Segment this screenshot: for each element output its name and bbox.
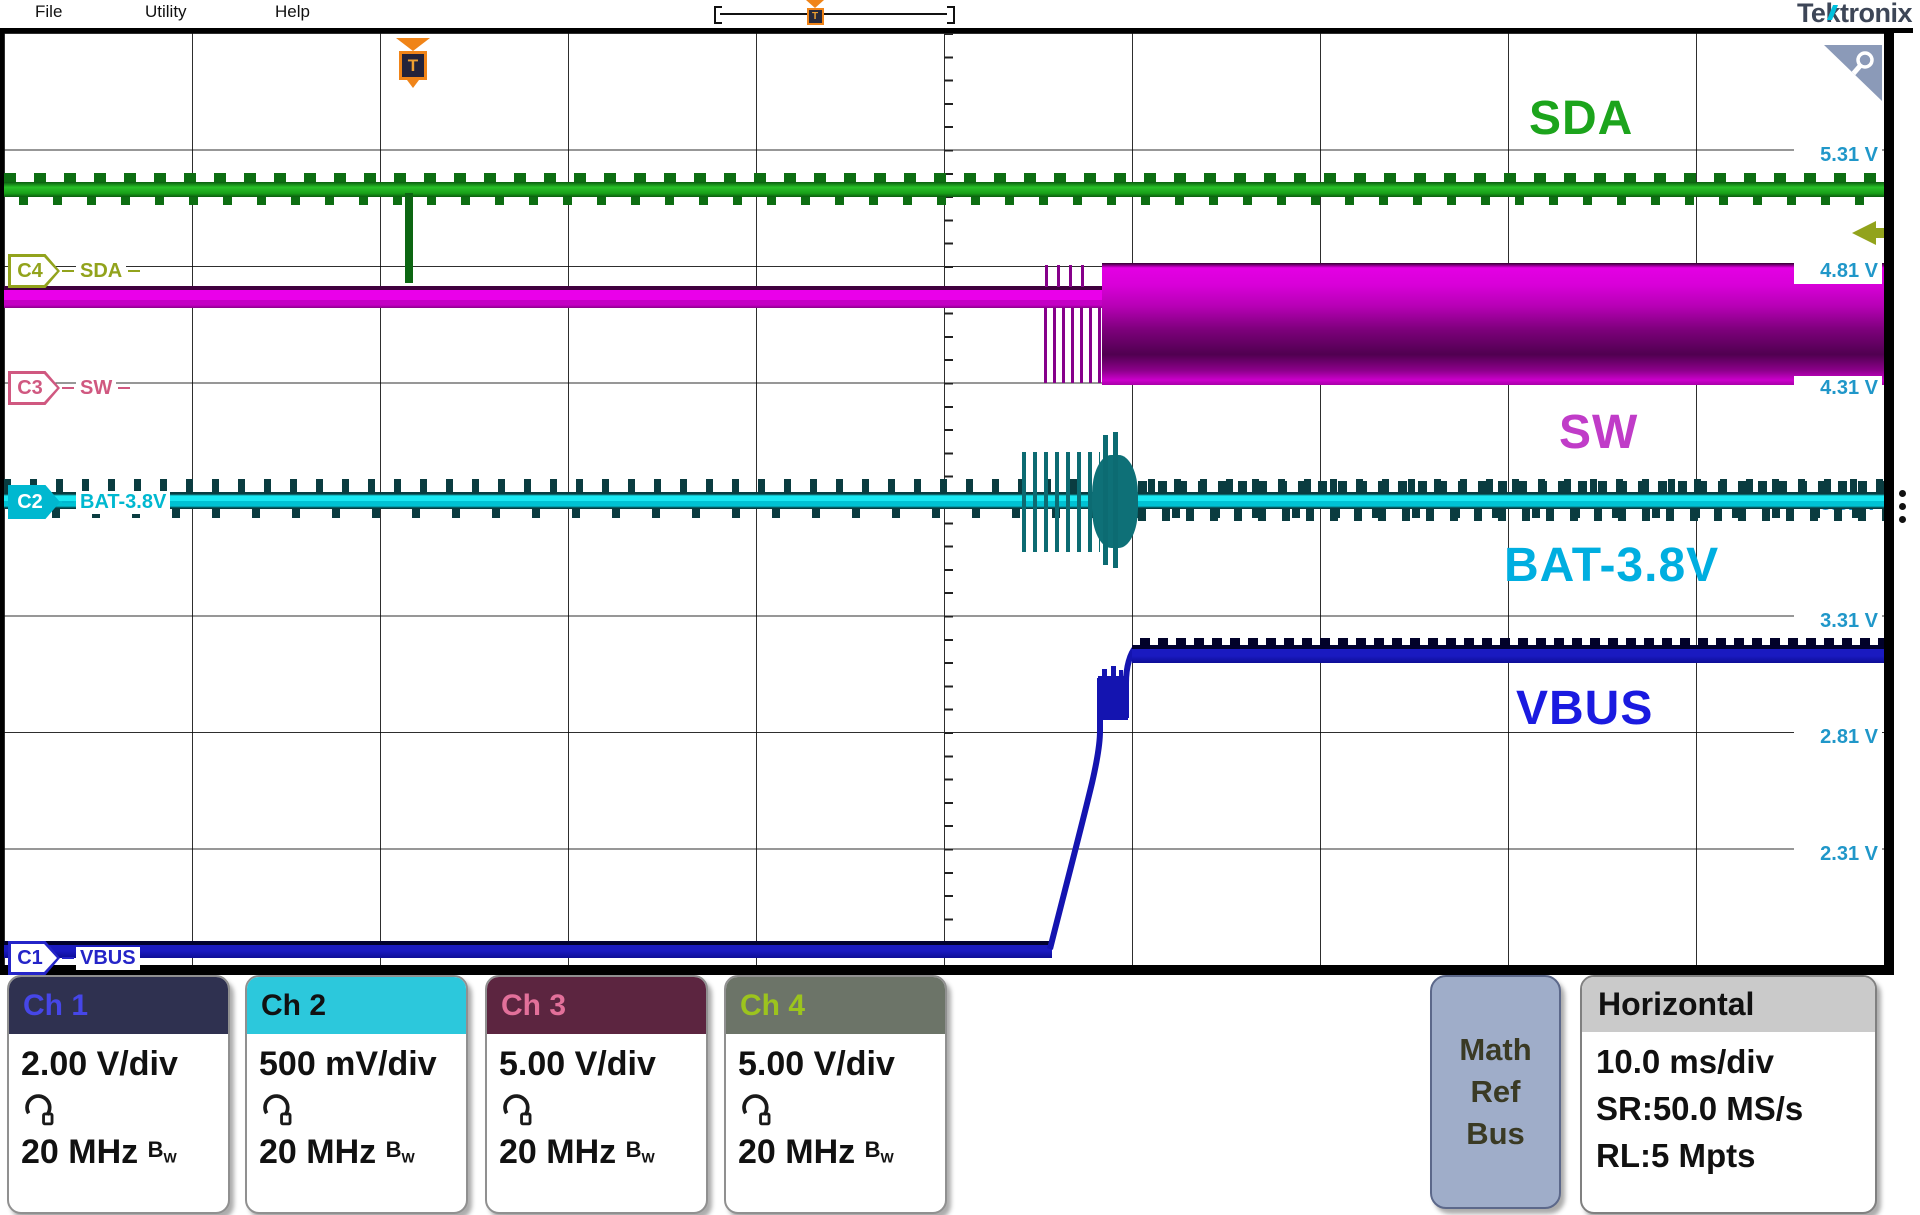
ch3-bandwidth: 20 MHz BW (499, 1128, 706, 1179)
record-view-bar (720, 13, 947, 15)
trigger-arrow-icon (407, 80, 419, 88)
trigger-position-marker[interactable]: T (396, 38, 430, 88)
vbus-trace-top (1132, 645, 1884, 663)
ch2-bandwidth: 20 MHz BW (259, 1128, 466, 1179)
probe-icon (740, 1092, 774, 1126)
probe-icon (23, 1092, 57, 1126)
c1-badge: C1 (8, 941, 60, 975)
channel-marker-c1[interactable]: C1 VBUS (8, 941, 140, 975)
ch4-bandwidth: 20 MHz BW (738, 1128, 945, 1179)
trigger-triangle-icon (396, 38, 430, 51)
vbus-trace-top-noise (1140, 638, 1884, 646)
trigger-t-icon: T (399, 51, 427, 80)
scale-label: 5.31 V (1794, 143, 1882, 168)
center-horizontal-axis-ticks (4, 495, 1884, 504)
scale-label: 4.31 V (1794, 376, 1882, 401)
sw-switching-pulses (1044, 308, 1106, 383)
trace-name-bat: BAT-3.8V (1504, 538, 1719, 593)
horizontal-title: Horizontal (1582, 977, 1875, 1032)
c3-badge: C3 (8, 371, 60, 405)
math-ref-bus-button[interactable]: Math Ref Bus (1430, 975, 1561, 1209)
waveform-display: 5.31 V 4.81 V 4.31 V 3.81 V 3.31 V 2.81 … (0, 28, 1894, 975)
scale-label: 2.81 V (1794, 725, 1882, 750)
channel-marker-c2[interactable]: C2 BAT-3.8V (8, 485, 170, 519)
trace-name-sda: SDA (1529, 91, 1633, 146)
ch4-scale: 5.00 V/div (738, 1042, 945, 1086)
channel-marker-c3[interactable]: C3 SW (8, 371, 132, 405)
bat-trace-noise-top-right (1138, 481, 1884, 492)
vbus-trace-baseline (4, 941, 1052, 958)
horizontal-scale: 10.0 ms/div (1596, 1038, 1875, 1085)
ch1-bandwidth: 20 MHz BW (21, 1128, 228, 1179)
side-handle-dots[interactable] (1899, 490, 1907, 529)
channel-badge-ch4[interactable]: Ch 4 5.00 V/div 20 MHz BW (724, 975, 947, 1214)
oscilloscope-screen: File Utility Help T Tektronix (0, 0, 1920, 1215)
ch1-header: Ch 1 (9, 977, 228, 1034)
record-view-left-bracket (714, 6, 722, 24)
record-view-right-bracket (947, 6, 955, 24)
trace-name-sw: SW (1559, 405, 1638, 460)
trigger-triangle-icon (806, 0, 824, 8)
ch4-header: Ch 4 (726, 977, 945, 1034)
menu-bar: File Utility Help T Tektronix (0, 0, 1920, 28)
bandwidth-limit-icon: BW (148, 1137, 177, 1162)
scale-label: 3.31 V (1794, 609, 1882, 634)
sample-rate: SR:50.0 MS/s (1596, 1085, 1875, 1132)
probe-icon (501, 1092, 535, 1126)
c2-badge: C2 (8, 485, 60, 519)
record-length: RL:5 Mpts (1596, 1132, 1875, 1179)
c3-label: SW (76, 377, 116, 400)
c4-badge: C4 (8, 254, 60, 288)
channel-badge-ch2[interactable]: Ch 2 500 mV/div 20 MHz BW (245, 975, 468, 1214)
plot-border-segment (1894, 28, 1913, 33)
scale-label: 3.81 V (1794, 492, 1882, 517)
menu-utility[interactable]: Utility (145, 2, 187, 22)
c1-label: VBUS (76, 947, 140, 970)
trace-name-vbus: VBUS (1516, 681, 1653, 736)
ch2-scale: 500 mV/div (259, 1042, 466, 1086)
channel-badge-ch1[interactable]: Ch 1 2.00 V/div 20 MHz BW (7, 975, 230, 1214)
scale-label: 4.81 V (1794, 259, 1882, 284)
sw-switching-band (1102, 263, 1884, 385)
sda-low-pulse (405, 193, 413, 283)
trigger-t-icon: T (807, 8, 824, 25)
bandwidth-limit-icon: BW (626, 1137, 655, 1162)
horizontal-badge[interactable]: Horizontal 10.0 ms/div SR:50.0 MS/s RL:5… (1580, 975, 1877, 1214)
c2-label: BAT-3.8V (76, 491, 170, 514)
bandwidth-limit-icon: BW (386, 1137, 415, 1162)
scale-label: 2.31 V (1794, 842, 1882, 867)
channel-badge-ch3[interactable]: Ch 3 5.00 V/div 20 MHz BW (485, 975, 708, 1214)
ch2-header: Ch 2 (247, 977, 466, 1034)
menu-file[interactable]: File (35, 2, 62, 22)
c4-level-arrow-icon[interactable] (1852, 221, 1876, 245)
c4-label: SDA (76, 260, 126, 283)
ch1-scale: 2.00 V/div (21, 1042, 228, 1086)
graticule-grid: 5.31 V 4.81 V 4.31 V 3.81 V 3.31 V 2.81 … (4, 33, 1884, 965)
sw-switching-pulses-upper (1045, 265, 1087, 287)
logo-k-slash: k (1825, 0, 1840, 28)
tektronix-logo: Tektronix (1797, 0, 1912, 29)
ch3-header: Ch 3 (487, 977, 706, 1034)
sw-trace-baseline (4, 286, 1104, 308)
bandwidth-limit-icon: BW (865, 1137, 894, 1162)
bat-trace-noise-bottom-right (1138, 509, 1884, 521)
record-trigger-position-icon[interactable]: T (806, 0, 824, 25)
probe-icon (261, 1092, 295, 1126)
status-bar: Ch 1 2.00 V/div 20 MHz BW Ch 2 500 mV/di… (0, 975, 1920, 1215)
menu-help[interactable]: Help (275, 2, 310, 22)
channel-marker-c4[interactable]: C4 SDA (8, 254, 142, 288)
ch3-scale: 5.00 V/div (499, 1042, 706, 1086)
